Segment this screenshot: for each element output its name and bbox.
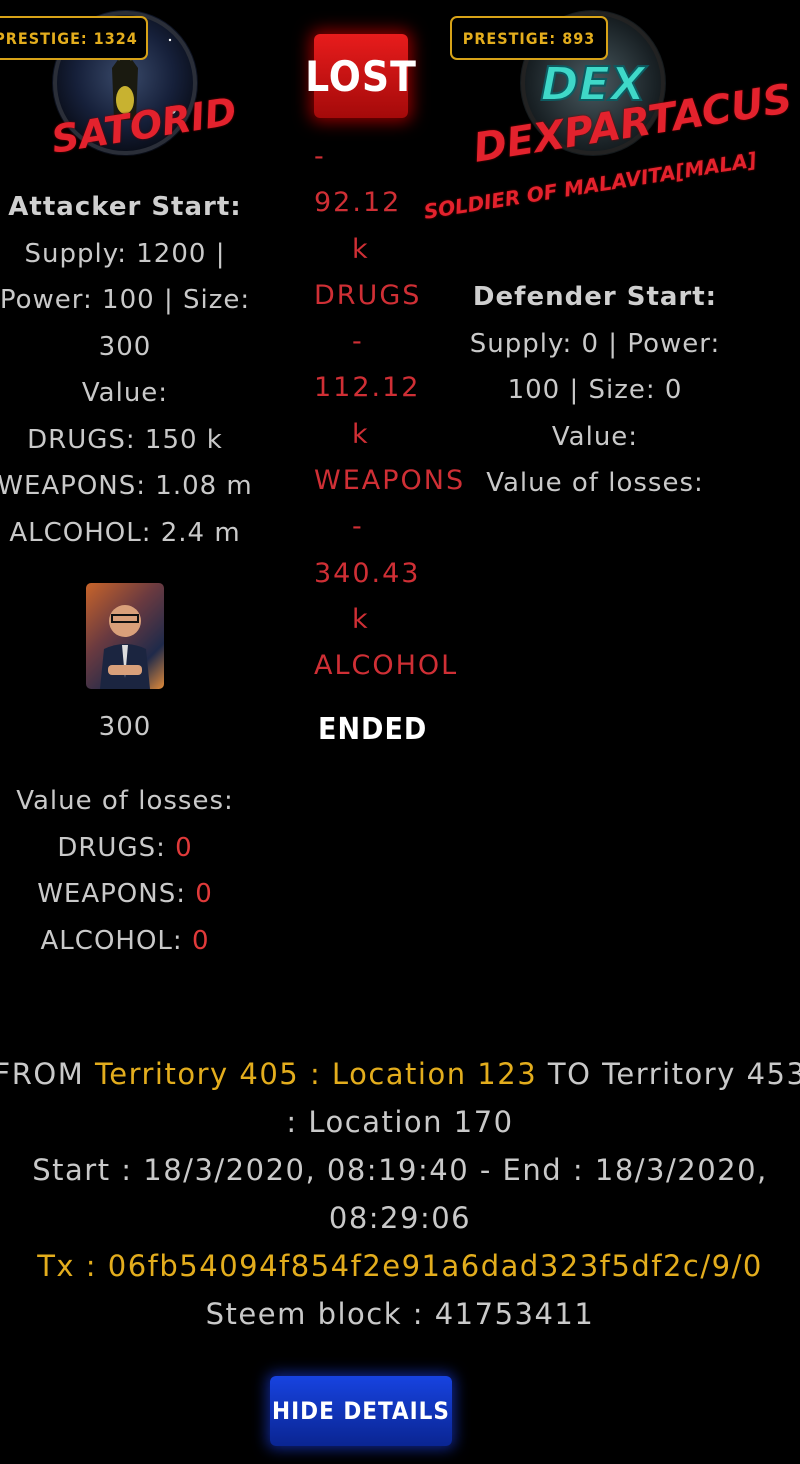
attacker-losses-panel: Value of losses: DRUGS: 0 WEAPONS: 0 ALC… bbox=[0, 778, 250, 964]
battle-result-lost: LOST bbox=[305, 34, 416, 118]
loot-item: ALCOHOL bbox=[314, 650, 459, 682]
attacker-prestige-badge: PRESTIGE: 1324 bbox=[0, 16, 148, 60]
defender-start-header: Defender Start: bbox=[472, 282, 718, 312]
to-location: TO Territory 453 bbox=[537, 1057, 800, 1091]
loot-item: k bbox=[352, 418, 370, 450]
loot-item: - bbox=[352, 511, 364, 543]
loot-item: 340.43 bbox=[314, 557, 421, 589]
battle-state: ENDED bbox=[318, 712, 428, 747]
loot-item: k bbox=[352, 233, 370, 265]
attacker-start-panel: Attacker Start: Supply: 1200 | Power: 10… bbox=[0, 184, 290, 556]
attacker-loss-weapons-row: WEAPONS: 0 bbox=[0, 871, 250, 918]
defender-power: 100 | Size: 0 bbox=[507, 375, 683, 405]
attacker-unit-card[interactable] bbox=[86, 583, 164, 689]
loot-item: DRUGS bbox=[314, 279, 422, 311]
attacker-unit-count: 300 bbox=[98, 712, 152, 742]
attacker-loss-alcohol-row: ALCOHOL: 0 bbox=[0, 918, 250, 965]
defender-supply: Supply: 0 | Power: bbox=[469, 328, 721, 359]
transaction-link[interactable]: Tx : 06fb54094f854f2e91a6dad323f5df2c/9/… bbox=[0, 1242, 800, 1290]
attacker-alcohol: ALCOHOL: 2.4 m bbox=[9, 517, 241, 548]
attacker-weapons: WEAPONS: 1.08 m bbox=[0, 471, 253, 501]
loss-drugs-label: DRUGS: bbox=[57, 832, 176, 863]
defender-prestige-badge: PRESTIGE: 893 bbox=[450, 16, 608, 60]
time-line-1: Start : 18/3/2020, 08:19:40 - End : 18/3… bbox=[32, 1153, 768, 1187]
attacker-loss-drugs-row: DRUGS: 0 bbox=[0, 825, 250, 872]
route-line-2: : Location 170 bbox=[286, 1105, 514, 1139]
attacker-losses-label: Value of losses: bbox=[16, 786, 234, 816]
from-location-link[interactable]: Territory 405 : Location 123 bbox=[95, 1057, 537, 1091]
loot-item: 112.12 bbox=[314, 372, 421, 404]
loss-drugs-value: 0 bbox=[175, 832, 193, 863]
loot-item: - bbox=[352, 326, 364, 358]
route-line: FROM Territory 405 : Location 123 TO Ter… bbox=[0, 1050, 800, 1098]
loss-alcohol-value: 0 bbox=[191, 925, 210, 956]
loot-item: k bbox=[352, 603, 370, 635]
attacker-start-header: Attacker Start: bbox=[8, 192, 242, 222]
time-line-2: 08:29:06 bbox=[328, 1201, 472, 1235]
attacker-size: 300 bbox=[98, 331, 152, 362]
hide-details-button[interactable]: HIDE DETAILS bbox=[270, 1376, 452, 1446]
defender-start-panel: Defender Start: Supply: 0 | Power: 100 |… bbox=[450, 274, 740, 507]
battle-details-footer: FROM Territory 405 : Location 123 TO Ter… bbox=[0, 1050, 800, 1338]
from-prefix: FROM bbox=[0, 1057, 95, 1091]
loss-alcohol-label: ALCOHOL: bbox=[40, 925, 192, 956]
defender-value-label: Value: bbox=[551, 421, 639, 452]
loss-weapons-value: 0 bbox=[195, 879, 213, 909]
attacker-supply: Supply: 1200 | bbox=[24, 238, 226, 269]
attacker-power: Power: 100 | Size: bbox=[0, 285, 251, 315]
defender-subtitle: SOLDIER OF MALAVITA[MALA] bbox=[422, 147, 759, 224]
defender-losses-label: Value of losses: bbox=[486, 468, 704, 498]
unit-portrait-icon bbox=[100, 605, 150, 689]
attacker-drugs: DRUGS: 150 k bbox=[27, 424, 223, 455]
steem-block: Steem block : 41753411 bbox=[205, 1297, 595, 1331]
loot-item: - bbox=[314, 141, 326, 172]
loot-item: WEAPONS bbox=[314, 465, 466, 497]
attacker-value-label: Value: bbox=[81, 378, 169, 408]
loss-weapons-label: WEAPONS: bbox=[37, 879, 196, 909]
